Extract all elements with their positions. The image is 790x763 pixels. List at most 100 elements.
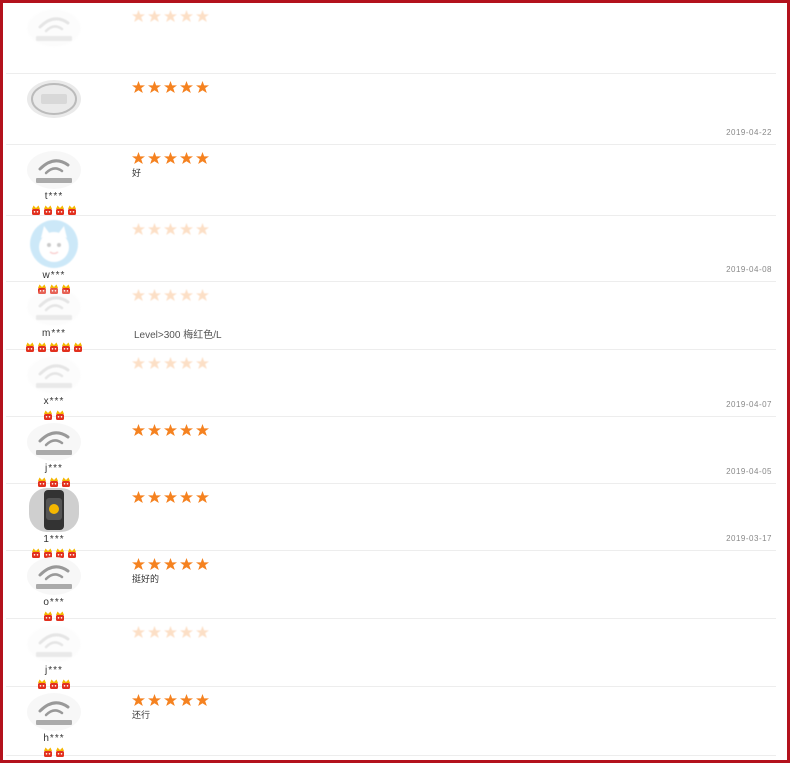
review-body: [132, 619, 772, 653]
star-icon: [132, 152, 145, 164]
avatar: [27, 151, 81, 189]
star-icon: [196, 357, 209, 369]
star-icon: [164, 424, 177, 436]
reviewer-info: x***: [14, 350, 94, 421]
star-icon: [148, 558, 161, 570]
star-icon: [196, 626, 209, 638]
star-icon: [180, 152, 193, 164]
review-text: [132, 372, 772, 384]
review-text: 好: [132, 168, 142, 178]
star-icon: [148, 491, 161, 503]
reviewer-info: m***: [14, 282, 94, 353]
review-item: [6, 3, 776, 74]
star-icon: [180, 10, 193, 22]
avatar: [27, 557, 81, 595]
review-item: o*** 挺好的: [6, 551, 776, 622]
avatar: [27, 625, 81, 663]
crown-badge-icon: [55, 747, 65, 757]
star-icon: [196, 223, 209, 235]
reviewer-info: t***: [14, 145, 94, 216]
star-icon: [196, 424, 209, 436]
crown-badge-icon: [31, 205, 41, 215]
star-icon: [196, 694, 209, 706]
star-icon: [148, 81, 161, 93]
review-item: 2019-04-22: [6, 74, 776, 145]
avatar: [27, 693, 81, 731]
reviewer-info: h***: [14, 687, 94, 758]
star-icon: [132, 424, 145, 436]
avatar: [27, 423, 81, 461]
rating-stars: [132, 151, 772, 164]
star-icon: [148, 357, 161, 369]
review-date: 2019-04-22: [726, 128, 772, 137]
star-icon: [148, 10, 161, 22]
star-icon: [180, 558, 193, 570]
star-icon: [180, 694, 193, 706]
rating-stars: [132, 288, 772, 301]
review-body: Level>300 梅红色/L: [132, 282, 772, 341]
reviewer-name: j***: [45, 665, 63, 676]
review-text: [132, 304, 772, 316]
review-text: [132, 506, 772, 518]
star-icon: [132, 694, 145, 706]
reviewer-name: x***: [43, 396, 65, 407]
star-icon: [132, 357, 145, 369]
star-icon: [148, 694, 161, 706]
review-text: [132, 439, 772, 451]
review-body: 还行: [132, 687, 772, 721]
star-icon: [164, 558, 177, 570]
star-icon: [132, 10, 145, 22]
star-icon: [132, 289, 145, 301]
star-icon: [132, 558, 145, 570]
reviewer-info: o***: [14, 551, 94, 622]
star-icon: [196, 558, 209, 570]
star-icon: [164, 152, 177, 164]
review-item: t*** 好: [6, 145, 776, 216]
avatar: [30, 220, 78, 268]
rating-stars: [132, 356, 772, 369]
reviewer-name: w***: [42, 270, 66, 281]
review-date: 2019-04-07: [726, 400, 772, 409]
reviewer-name: t***: [44, 191, 64, 202]
star-icon: [196, 289, 209, 301]
review-item: j*** 2019-04-05: [6, 417, 776, 487]
star-icon: [180, 491, 193, 503]
reviewer-name: o***: [43, 597, 65, 608]
rating-stars: [132, 557, 772, 570]
review-item: w*** 2019-04-08: [6, 216, 776, 294]
star-icon: [180, 223, 193, 235]
review-text: [132, 641, 772, 653]
star-icon: [148, 424, 161, 436]
review-body: 好: [132, 145, 772, 179]
star-icon: [196, 491, 209, 503]
star-icon: [180, 357, 193, 369]
star-icon: [132, 81, 145, 93]
review-body: [132, 3, 772, 37]
review-body: 2019-04-07: [132, 350, 772, 409]
review-text: 还行: [132, 710, 151, 720]
star-icon: [148, 223, 161, 235]
reviewer-info: [14, 3, 94, 61]
reviewer-info: 1***: [14, 484, 94, 559]
star-icon: [132, 223, 145, 235]
review-date: 2019-04-08: [726, 265, 772, 274]
review-item: j***: [6, 619, 776, 689]
star-icon: [164, 357, 177, 369]
star-icon: [196, 152, 209, 164]
reviewer-name: 1***: [43, 534, 65, 545]
review-body: 2019-04-08: [132, 216, 772, 274]
reviewer-info: j***: [14, 417, 94, 488]
avatar: [27, 80, 81, 118]
review-text: [132, 96, 772, 108]
review-text: [132, 25, 772, 37]
star-icon: [164, 223, 177, 235]
review-body: 2019-03-17: [132, 484, 772, 543]
reviewer-level-badges: [14, 746, 94, 758]
star-icon: [164, 10, 177, 22]
avatar: [29, 488, 79, 532]
review-text: [132, 238, 772, 250]
star-icon: [148, 626, 161, 638]
reviews-frame: 2019-04-22 t*** 好 w*** 2019-04-08 m*** Level>3…: [0, 0, 790, 763]
reviewer-level-badges: [14, 49, 94, 61]
reviewer-name: h***: [43, 733, 65, 744]
